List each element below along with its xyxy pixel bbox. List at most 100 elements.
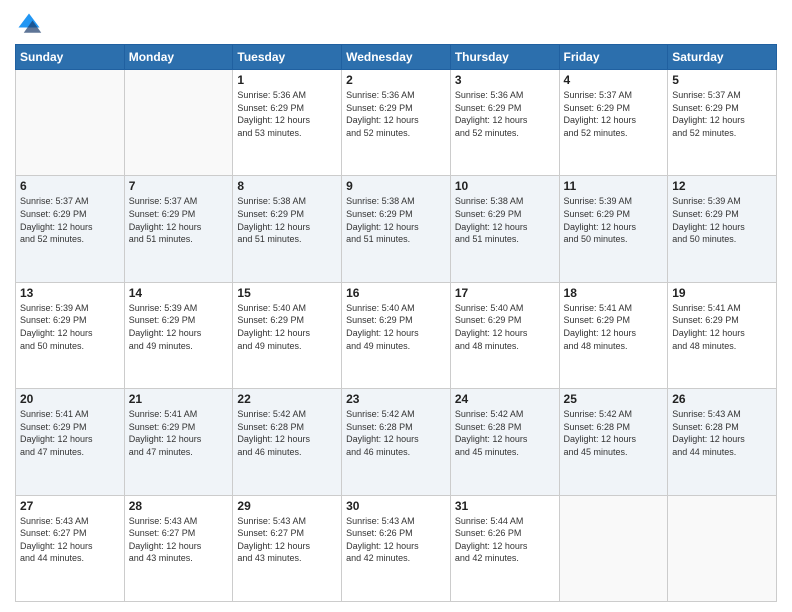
day-number: 16	[346, 286, 446, 300]
day-number: 8	[237, 179, 337, 193]
day-info: Sunrise: 5:43 AM Sunset: 6:26 PM Dayligh…	[346, 515, 446, 565]
day-number: 11	[564, 179, 664, 193]
day-number: 27	[20, 499, 120, 513]
calendar-cell	[16, 70, 125, 176]
col-header-friday: Friday	[559, 45, 668, 70]
calendar-cell: 1Sunrise: 5:36 AM Sunset: 6:29 PM Daylig…	[233, 70, 342, 176]
day-info: Sunrise: 5:40 AM Sunset: 6:29 PM Dayligh…	[237, 302, 337, 352]
day-info: Sunrise: 5:38 AM Sunset: 6:29 PM Dayligh…	[346, 195, 446, 245]
day-number: 25	[564, 392, 664, 406]
calendar-cell: 9 Sunrise: 5:38 AM Sunset: 6:29 PM Daylig…	[342, 176, 451, 282]
day-number: 17	[455, 286, 555, 300]
calendar-cell: 31 Sunrise: 5:44 AM Sunset: 6:26 PM Dayli…	[450, 495, 559, 601]
day-info: Sunrise: 5:42 AM Sunset: 6:28 PM Dayligh…	[346, 408, 446, 458]
calendar-cell: 14Sunrise: 5:39 AM Sunset: 6:29 PM Dayli…	[124, 282, 233, 388]
day-number: 19	[672, 286, 772, 300]
col-header-monday: Monday	[124, 45, 233, 70]
page: SundayMondayTuesdayWednesdayThursdayFrid…	[0, 0, 792, 612]
day-number: 10	[455, 179, 555, 193]
day-info: Sunrise: 5:39 AM Sunset: 6:29 PM Dayligh…	[20, 302, 120, 352]
day-info: Sunrise: 5:41 AM Sunset: 6:29 PM Dayligh…	[20, 408, 120, 458]
day-info: Sunrise: 5:42 AM Sunset: 6:28 PM Dayligh…	[564, 408, 664, 458]
day-number: 3	[455, 73, 555, 87]
calendar-cell: 6 Sunrise: 5:37 AM Sunset: 6:29 PM Daylig…	[16, 176, 125, 282]
day-number: 13	[20, 286, 120, 300]
calendar-cell: 15Sunrise: 5:40 AM Sunset: 6:29 PM Dayli…	[233, 282, 342, 388]
calendar-cell: 20Sunrise: 5:41 AM Sunset: 6:29 PM Dayli…	[16, 389, 125, 495]
day-number: 21	[129, 392, 229, 406]
day-info: Sunrise: 5:36 AM Sunset: 6:29 PM Dayligh…	[346, 89, 446, 139]
day-info: Sunrise: 5:37 AM Sunset: 6:29 PM Dayligh…	[672, 89, 772, 139]
calendar-week-row: 27 Sunrise: 5:43 AM Sunset: 6:27 PM Dayli…	[16, 495, 777, 601]
calendar-header-row: SundayMondayTuesdayWednesdayThursdayFrid…	[16, 45, 777, 70]
calendar-cell: 7 Sunrise: 5:37 AM Sunset: 6:29 PM Daylig…	[124, 176, 233, 282]
day-number: 7	[129, 179, 229, 193]
day-info: Sunrise: 5:36 AM Sunset: 6:29 PM Dayligh…	[455, 89, 555, 139]
day-number: 5	[672, 73, 772, 87]
calendar-cell: 12 Sunrise: 5:39 AM Sunset: 6:29 PM Dayli…	[668, 176, 777, 282]
calendar-cell: 13 Sunrise: 5:39 AM Sunset: 6:29 PM Dayli…	[16, 282, 125, 388]
day-number: 1	[237, 73, 337, 87]
day-info: Sunrise: 5:44 AM Sunset: 6:26 PM Dayligh…	[455, 515, 555, 565]
day-info: Sunrise: 5:43 AM Sunset: 6:27 PM Dayligh…	[20, 515, 120, 565]
day-number: 22	[237, 392, 337, 406]
calendar-cell: 4 Sunrise: 5:37 AM Sunset: 6:29 PM Daylig…	[559, 70, 668, 176]
calendar-cell: 18 Sunrise: 5:41 AM Sunset: 6:29 PM Dayli…	[559, 282, 668, 388]
day-number: 4	[564, 73, 664, 87]
day-info: Sunrise: 5:38 AM Sunset: 6:29 PM Dayligh…	[455, 195, 555, 245]
calendar-cell: 28 Sunrise: 5:43 AM Sunset: 6:27 PM Dayli…	[124, 495, 233, 601]
day-number: 30	[346, 499, 446, 513]
calendar-cell: 8 Sunrise: 5:38 AM Sunset: 6:29 PM Daylig…	[233, 176, 342, 282]
day-number: 6	[20, 179, 120, 193]
day-info: Sunrise: 5:38 AM Sunset: 6:29 PM Dayligh…	[237, 195, 337, 245]
calendar-week-row: 1 Sunrise: 5:36 AM Sunset: 6:29 PM Daylig…	[16, 70, 777, 176]
calendar-cell: 3 Sunrise: 5:36 AM Sunset: 6:29 PM Daylig…	[450, 70, 559, 176]
calendar-cell: 19Sunrise: 5:41 AM Sunset: 6:29 PM Dayli…	[668, 282, 777, 388]
day-info: Sunrise: 5:37 AM Sunset: 6:29 PM Dayligh…	[564, 89, 664, 139]
day-info: Sunrise: 5:40 AM Sunset: 6:29 PM Dayligh…	[346, 302, 446, 352]
day-number: 2	[346, 73, 446, 87]
logo	[15, 10, 47, 38]
day-number: 9	[346, 179, 446, 193]
day-info: Sunrise: 5:41 AM Sunset: 6:29 PM Dayligh…	[564, 302, 664, 352]
calendar-cell	[668, 495, 777, 601]
day-number: 18	[564, 286, 664, 300]
day-number: 12	[672, 179, 772, 193]
day-info: Sunrise: 5:42 AM Sunset: 6:28 PM Dayligh…	[237, 408, 337, 458]
day-number: 23	[346, 392, 446, 406]
day-number: 26	[672, 392, 772, 406]
calendar-cell: 2 Sunrise: 5:36 AM Sunset: 6:29 PM Daylig…	[342, 70, 451, 176]
calendar-week-row: 20Sunrise: 5:41 AM Sunset: 6:29 PM Dayli…	[16, 389, 777, 495]
day-info: Sunrise: 5:41 AM Sunset: 6:29 PM Dayligh…	[129, 408, 229, 458]
calendar-cell: 11 Sunrise: 5:39 AM Sunset: 6:29 PM Dayli…	[559, 176, 668, 282]
day-number: 31	[455, 499, 555, 513]
calendar-week-row: 13 Sunrise: 5:39 AM Sunset: 6:29 PM Dayli…	[16, 282, 777, 388]
calendar-cell	[124, 70, 233, 176]
calendar-cell	[559, 495, 668, 601]
calendar-cell: 22 Sunrise: 5:42 AM Sunset: 6:28 PM Dayli…	[233, 389, 342, 495]
calendar-cell: 16 Sunrise: 5:40 AM Sunset: 6:29 PM Dayli…	[342, 282, 451, 388]
calendar-cell: 29 Sunrise: 5:43 AM Sunset: 6:27 PM Dayli…	[233, 495, 342, 601]
day-info: Sunrise: 5:43 AM Sunset: 6:27 PM Dayligh…	[237, 515, 337, 565]
day-info: Sunrise: 5:39 AM Sunset: 6:29 PM Dayligh…	[564, 195, 664, 245]
calendar-table: SundayMondayTuesdayWednesdayThursdayFrid…	[15, 44, 777, 602]
day-number: 24	[455, 392, 555, 406]
day-info: Sunrise: 5:39 AM Sunset: 6:29 PM Dayligh…	[672, 195, 772, 245]
day-number: 28	[129, 499, 229, 513]
day-info: Sunrise: 5:40 AM Sunset: 6:29 PM Dayligh…	[455, 302, 555, 352]
day-number: 29	[237, 499, 337, 513]
day-info: Sunrise: 5:37 AM Sunset: 6:29 PM Dayligh…	[20, 195, 120, 245]
col-header-tuesday: Tuesday	[233, 45, 342, 70]
day-info: Sunrise: 5:43 AM Sunset: 6:27 PM Dayligh…	[129, 515, 229, 565]
calendar-cell: 23 Sunrise: 5:42 AM Sunset: 6:28 PM Dayli…	[342, 389, 451, 495]
col-header-wednesday: Wednesday	[342, 45, 451, 70]
header	[15, 10, 777, 38]
day-info: Sunrise: 5:37 AM Sunset: 6:29 PM Dayligh…	[129, 195, 229, 245]
calendar-cell: 5 Sunrise: 5:37 AM Sunset: 6:29 PM Daylig…	[668, 70, 777, 176]
day-info: Sunrise: 5:39 AM Sunset: 6:29 PM Dayligh…	[129, 302, 229, 352]
calendar-cell: 27 Sunrise: 5:43 AM Sunset: 6:27 PM Dayli…	[16, 495, 125, 601]
calendar-cell: 24Sunrise: 5:42 AM Sunset: 6:28 PM Dayli…	[450, 389, 559, 495]
logo-icon	[15, 10, 43, 38]
col-header-sunday: Sunday	[16, 45, 125, 70]
calendar-cell: 26Sunrise: 5:43 AM Sunset: 6:28 PM Dayli…	[668, 389, 777, 495]
